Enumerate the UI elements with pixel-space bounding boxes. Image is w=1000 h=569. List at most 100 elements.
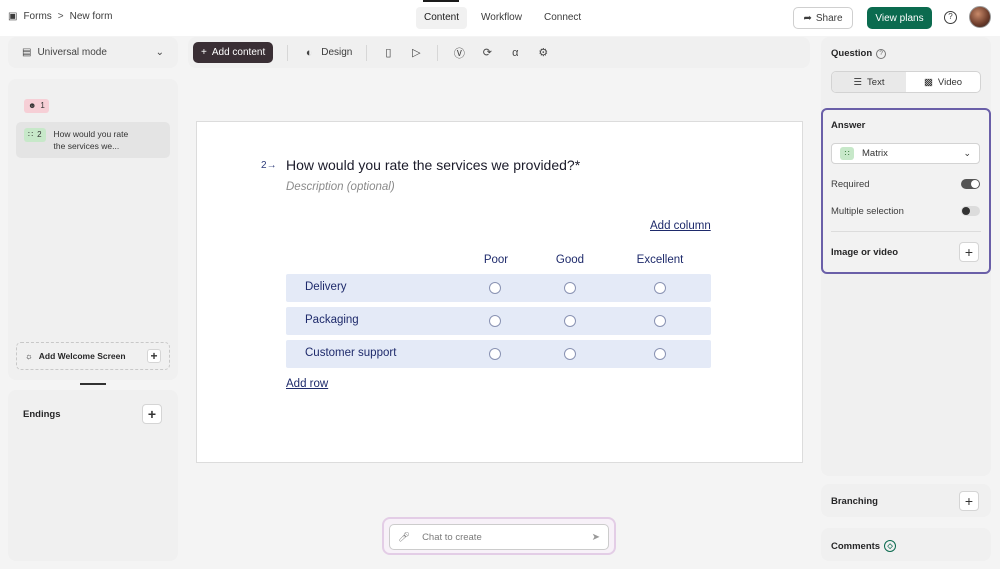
required-toggle[interactable]	[961, 179, 980, 189]
send-icon[interactable]: ➤	[592, 532, 600, 543]
add-ending-button[interactable]: +	[142, 404, 162, 424]
breadcrumb-root[interactable]: Forms	[23, 11, 51, 22]
answer-type-value: Matrix	[862, 148, 888, 159]
share-icon: ➦	[803, 12, 812, 24]
main-tabs: Content Workflow Connect	[416, 7, 589, 29]
play-icon[interactable]: ▷	[409, 46, 423, 60]
active-tab-indicator	[423, 0, 459, 2]
radio-option[interactable]	[489, 282, 501, 294]
share-button[interactable]: ➦ Share	[793, 7, 853, 29]
lightbulb-icon: ☼	[25, 351, 33, 361]
tab-content[interactable]: Content	[416, 7, 468, 29]
design-label: Design	[321, 47, 353, 58]
breadcrumb-separator-icon: >	[57, 11, 64, 22]
question-settings-title: Question ?	[831, 48, 887, 59]
question-number: 2	[37, 130, 42, 139]
question-number: 1	[40, 101, 45, 110]
radio-option[interactable]	[654, 348, 666, 360]
gear-icon[interactable]: ⚙	[536, 46, 550, 60]
answer-label: Answer	[831, 120, 866, 131]
palette-icon: ◐	[305, 46, 313, 59]
matrix-row: Packaging	[286, 307, 711, 335]
chat-input[interactable]: 🎤︎ Chat to create ➤	[389, 524, 609, 550]
question-label: Question	[831, 48, 873, 59]
resize-handle[interactable]	[80, 383, 106, 385]
radio-option[interactable]	[489, 348, 501, 360]
row-label[interactable]: Delivery	[305, 281, 347, 293]
branching-label: Branching	[831, 496, 878, 507]
welcome-label: Add Welcome Screen	[38, 351, 126, 361]
list-item[interactable]: ∷ 2 How would you rate the services we..…	[16, 122, 170, 158]
chat-placeholder: Chat to create	[422, 531, 482, 543]
logic-icon[interactable]: ⟳	[480, 46, 494, 60]
avatar[interactable]	[969, 6, 991, 28]
radio-option[interactable]	[564, 282, 576, 294]
description-field[interactable]: Description (optional)	[286, 181, 395, 193]
breadcrumb-current: New form	[69, 11, 113, 22]
video-type-option[interactable]: ▩ Video	[906, 72, 980, 92]
add-image-button[interactable]: +	[959, 242, 979, 262]
mode-icon: ▤	[22, 47, 32, 58]
toolbar-divider	[366, 44, 368, 61]
currency-icon[interactable]: Ⓥ	[452, 46, 466, 60]
add-column-link[interactable]: Add column	[650, 220, 711, 232]
add-content-label: Add content	[211, 47, 266, 58]
multiple-selection-toggle[interactable]	[961, 206, 980, 216]
comments-label: Comments	[831, 540, 881, 552]
toolbar-divider	[287, 44, 289, 61]
add-row-link[interactable]: Add row	[286, 378, 328, 390]
translate-icon[interactable]: α	[508, 46, 522, 60]
column-header[interactable]: Poor	[456, 254, 536, 266]
question-title: How would you rate the services we...	[53, 129, 129, 151]
endings-panel: Endings +	[8, 390, 178, 561]
toolbar-divider	[437, 44, 439, 61]
add-content-button[interactable]: + Add content	[193, 42, 274, 63]
column-header[interactable]: Excellent	[620, 254, 700, 266]
question-list: ☻ 1 ∷ 2 How would you rate the services …	[8, 79, 178, 380]
matrix-icon: ∷	[28, 130, 34, 139]
design-button[interactable]: ◐ Design	[302, 46, 352, 60]
mode-selector[interactable]: ▤ Universal mode ⌄	[8, 37, 178, 68]
chevron-down-icon: ⌄	[963, 148, 971, 158]
list-item[interactable]: ☻ 1	[16, 93, 170, 119]
premium-gem-icon: ◇	[884, 540, 897, 552]
view-plans-button[interactable]: View plans	[867, 7, 932, 29]
column-header[interactable]: Good	[530, 254, 610, 266]
radio-option[interactable]	[564, 348, 576, 360]
tab-connect[interactable]: Connect	[536, 7, 589, 29]
tab-workflow[interactable]: Workflow	[473, 7, 530, 29]
text-type-option[interactable]: ☰ Text	[832, 72, 906, 92]
mode-label: Universal mode	[37, 47, 107, 58]
forms-icon: ▣	[8, 11, 18, 22]
microphone-icon[interactable]: 🎤︎	[398, 532, 410, 543]
add-welcome-screen-button[interactable]: ☼ Add Welcome Screen +	[16, 342, 170, 370]
plus-icon: +	[147, 349, 161, 363]
info-icon[interactable]: ?	[876, 48, 887, 59]
matrix-icon: ∷	[840, 147, 854, 160]
radio-option[interactable]	[489, 315, 501, 327]
branching-panel: Branching +	[821, 484, 991, 517]
row-label[interactable]: Packaging	[305, 314, 359, 326]
mobile-preview-icon[interactable]: ▯	[381, 46, 395, 60]
breadcrumb: ▣ Forms > New form	[8, 11, 112, 22]
help-icon[interactable]: ?	[944, 11, 957, 24]
matrix-row: Delivery	[286, 274, 711, 302]
radio-option[interactable]	[564, 315, 576, 327]
question-title[interactable]: How would you rate the services we provi…	[286, 157, 580, 173]
chevron-down-icon: ⌄	[155, 47, 164, 58]
row-label[interactable]: Customer support	[305, 347, 396, 359]
question-badge: ∷ 2	[24, 128, 46, 142]
question-type-toggle: ☰ Text ▩ Video	[831, 71, 981, 93]
radio-option[interactable]	[654, 315, 666, 327]
required-label: Required	[831, 179, 870, 190]
share-label: Share	[815, 12, 843, 24]
radio-option[interactable]	[654, 282, 666, 294]
contact-icon: ☻	[28, 101, 37, 110]
answer-type-select[interactable]: ∷ Matrix ⌄	[831, 143, 980, 164]
add-branching-button[interactable]: +	[959, 491, 979, 511]
question-badge: ☻ 1	[24, 99, 49, 113]
video-icon: ▩	[923, 76, 933, 88]
plus-icon: +	[201, 47, 207, 58]
comments-panel[interactable]: Comments ◇	[821, 528, 991, 561]
matrix-row: Customer support	[286, 340, 711, 368]
